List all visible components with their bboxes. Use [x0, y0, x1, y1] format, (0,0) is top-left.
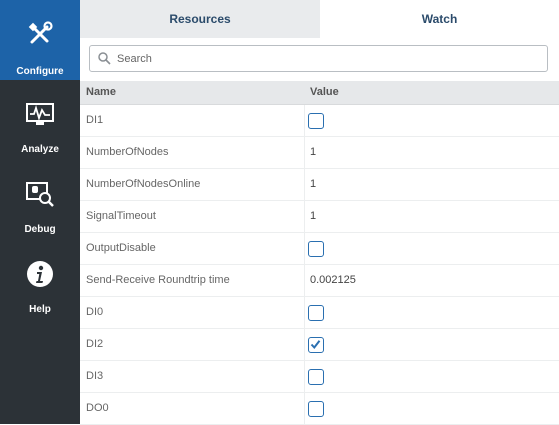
row-value: 1 [310, 178, 317, 190]
nav-analyze[interactable]: Analyze [0, 80, 80, 160]
main-panel: Resources Watch Name Value DI1 NumberOfNo… [80, 0, 559, 425]
table-row: OutputDisable [80, 233, 559, 265]
table-row: DI1 [80, 105, 559, 137]
column-header-name: Name [86, 86, 116, 98]
column-divider [304, 105, 305, 136]
row-name: NumberOfNodesOnline [86, 178, 201, 190]
value-checkbox[interactable] [308, 113, 324, 129]
tab-resources[interactable]: Resources [80, 0, 320, 38]
nav-help[interactable]: Help [0, 240, 80, 320]
row-name: OutputDisable [86, 242, 156, 254]
tab-bar: Resources Watch [80, 0, 559, 38]
table-row: Send-Receive Roundtrip time 0.002125 [80, 265, 559, 297]
tab-watch[interactable]: Watch [320, 0, 559, 38]
table-header: Name Value [80, 81, 559, 105]
column-divider [304, 393, 305, 424]
column-divider [304, 169, 305, 200]
nav-label: Debug [24, 224, 56, 235]
column-divider [304, 361, 305, 392]
debug-search-icon [25, 180, 55, 208]
table-row: DI2 [80, 329, 559, 361]
row-name: NumberOfNodes [86, 146, 169, 158]
info-icon [26, 260, 54, 288]
watch-table: Name Value DI1 NumberOfNodes 1 NumberOfNode… [80, 81, 559, 425]
column-divider [304, 233, 305, 264]
table-row: SignalTimeout 1 [80, 201, 559, 233]
table-row: DI3 [80, 361, 559, 393]
sidebar: Configure Analyze Debug Help [0, 0, 80, 424]
row-name: Send-Receive Roundtrip time [86, 274, 230, 286]
table-row: NumberOfNodesOnline 1 [80, 169, 559, 201]
table-row: DI0 [80, 297, 559, 329]
search-box [89, 45, 548, 72]
value-checkbox[interactable] [308, 241, 324, 257]
column-divider [304, 201, 305, 232]
value-checkbox[interactable] [308, 401, 324, 417]
row-value: 0.002125 [310, 274, 356, 286]
nav-debug[interactable]: Debug [0, 160, 80, 240]
nav-label: Configure [16, 66, 64, 77]
value-checkbox[interactable] [308, 337, 324, 353]
row-value: 1 [310, 210, 317, 222]
column-divider [304, 329, 305, 360]
column-header-value: Value [310, 86, 339, 98]
row-value: 1 [310, 146, 317, 158]
tools-icon [27, 20, 53, 48]
nav-configure[interactable]: Configure [0, 0, 80, 80]
waveform-monitor-icon [25, 100, 55, 128]
column-divider [304, 137, 305, 168]
row-name: DI3 [86, 370, 104, 382]
table-body: DI1 NumberOfNodes 1 NumberOfNodesOnline 1 Sig… [80, 105, 559, 425]
value-checkbox[interactable] [308, 369, 324, 385]
row-name: DO0 [86, 402, 109, 414]
search-icon [98, 52, 111, 70]
table-row: NumberOfNodes 1 [80, 137, 559, 169]
value-checkbox[interactable] [308, 305, 324, 321]
table-row: DO0 [80, 393, 559, 425]
row-name: DI2 [86, 338, 104, 350]
column-divider [304, 297, 305, 328]
nav-label: Help [29, 304, 51, 315]
row-name: SignalTimeout [86, 210, 156, 222]
row-name: DI1 [86, 114, 104, 126]
column-divider [304, 265, 305, 296]
row-name: DI0 [86, 306, 104, 318]
search-input[interactable] [117, 46, 537, 71]
nav-label: Analyze [21, 144, 59, 155]
